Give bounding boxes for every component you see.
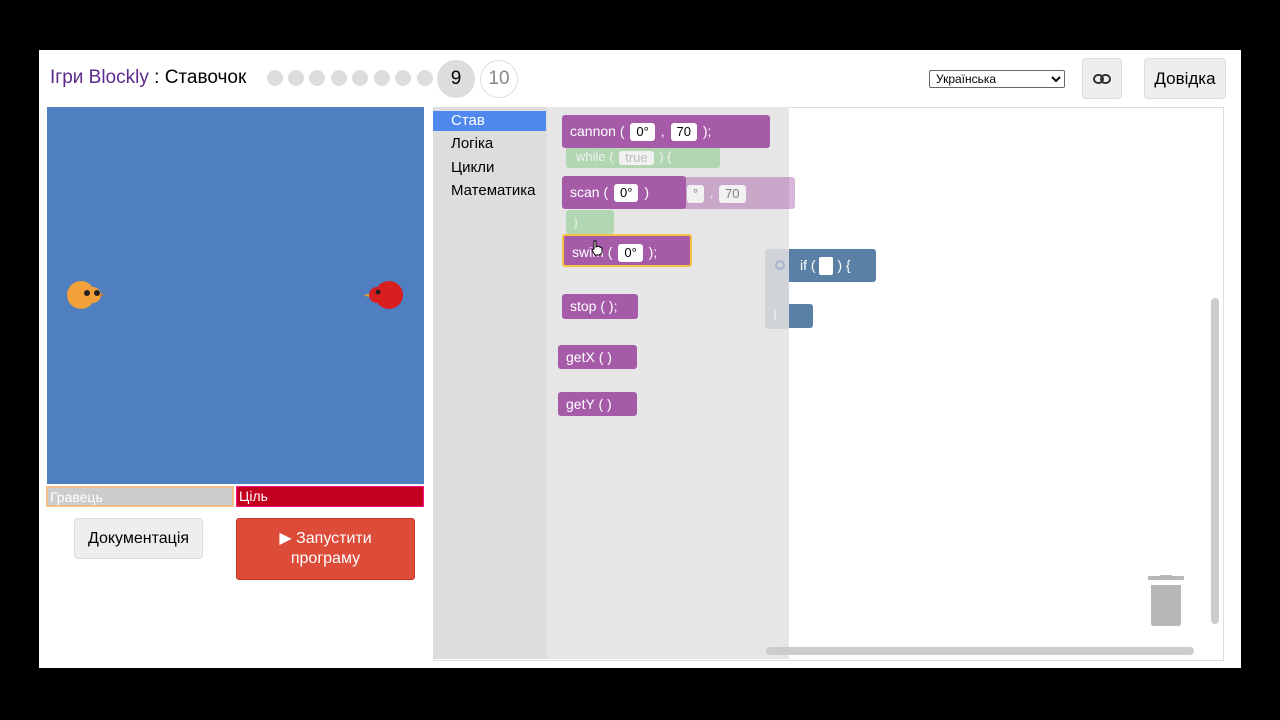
target-duck [363,281,403,309]
target-health-bar: Ціль [236,486,424,507]
player-duck [67,281,106,309]
level-current[interactable]: 9 [437,60,475,98]
page: Ігри Blockly : Ставочок 9 10 Українська … [39,50,1241,668]
ghost-while-block: while ( true ) { [566,146,720,168]
ghost-cannon-comma: , [709,185,714,200]
scan-block-name: scan [570,184,600,200]
swim-open: ( [607,244,613,260]
hand-cursor-icon [591,240,603,256]
scan-close: ) [644,184,650,200]
cannon-open: ( [619,123,625,139]
if-block-bottom [789,304,813,328]
cannon-comma: , [660,123,665,139]
toolbox-category-stav[interactable]: Став [433,111,546,131]
level-dot-8[interactable] [417,70,433,86]
if-end: ) { [837,257,851,273]
swim-block[interactable]: swim ( 0° ); [562,234,692,267]
stop-block-name: stop [570,298,597,314]
ghost-while-keyword: while ( [576,149,614,164]
workspace-horizontal-scrollbar[interactable] [766,647,1194,655]
cannon-close: ); [702,123,712,139]
level-next[interactable]: 10 [480,60,518,98]
getx-block-name: getX [566,349,595,365]
page-title: Ігри Blockly : Ставочок [50,67,246,89]
if-block-left-edge: } [765,249,789,329]
stop-block[interactable]: stop ( ); [562,294,638,319]
gety-args: ( ) [598,396,612,412]
level-dot-7[interactable] [395,70,411,86]
stop-args: ( ); [600,298,618,314]
run-label-line2: програму [290,550,361,567]
if-label: if ( [800,257,816,273]
link-icon [1093,74,1111,84]
if-close-brace-ghost: } [773,307,778,321]
language-select[interactable]: Українська [929,70,1065,88]
cannon-block[interactable]: cannon ( 0° , 70 ); [562,115,770,148]
workspace-vertical-scrollbar[interactable] [1211,298,1219,624]
level-dot-3[interactable] [309,70,325,86]
cannon-angle-field[interactable]: 0° [630,123,655,142]
gear-icon [775,260,785,270]
scan-angle-field[interactable]: 0° [614,184,639,203]
scan-block[interactable]: scan ( 0° ) [562,176,686,209]
player-health-bar: Гравець [46,486,234,507]
if-block[interactable]: if ( ) { [789,249,876,282]
ghost-while-value: true [619,150,654,165]
ghost-while-close: } [566,210,614,234]
ghost-cannon-angle: ° [687,184,705,203]
level-dot-2[interactable] [288,70,304,86]
ghost-while-end: ) { [659,149,672,164]
title-separator: : [148,67,165,88]
trash-icon[interactable] [1147,575,1185,626]
documentation-button[interactable]: Документація [74,518,203,559]
app-name-link[interactable]: Ігри Blockly [50,67,149,88]
swim-close: ); [648,244,658,260]
run-label-line1: Запустити [296,530,372,547]
play-icon: ▶ [279,530,292,547]
link-button[interactable] [1082,58,1122,99]
ghost-cannon-range: 70 [719,184,746,203]
getx-block[interactable]: getX ( ) [558,345,637,369]
toolbox: Став Логіка Цикли Математика [433,107,547,659]
help-button[interactable]: Довідка [1144,58,1226,99]
game-arena [47,107,424,484]
cannon-block-name: cannon [570,123,616,139]
gety-block-name: getY [566,396,595,412]
scan-open: ( [603,184,609,200]
level-dot-4[interactable] [331,70,347,86]
level-dot-1[interactable] [267,70,283,86]
level-dot-6[interactable] [374,70,390,86]
run-label-line1-row: ▶ Запустити [237,529,414,549]
gety-block[interactable]: getY ( ) [558,392,637,416]
arena-canvas [67,281,403,309]
level-dot-5[interactable] [352,70,368,86]
ghost-cannon-block: ° , 70 [679,177,795,209]
game-name: Ставочок [164,67,247,88]
getx-args: ( ) [598,349,612,365]
toolbox-category-math[interactable]: Математика [433,181,546,201]
toolbox-category-loops[interactable]: Цикли [433,158,546,178]
run-program-button[interactable]: ▶ Запустити програму [236,518,415,580]
cannon-range-field[interactable]: 70 [670,123,697,142]
toolbox-category-logic[interactable]: Логіка [433,134,546,154]
swim-angle-field[interactable]: 0° [618,244,643,263]
if-condition-slot[interactable] [819,257,834,276]
